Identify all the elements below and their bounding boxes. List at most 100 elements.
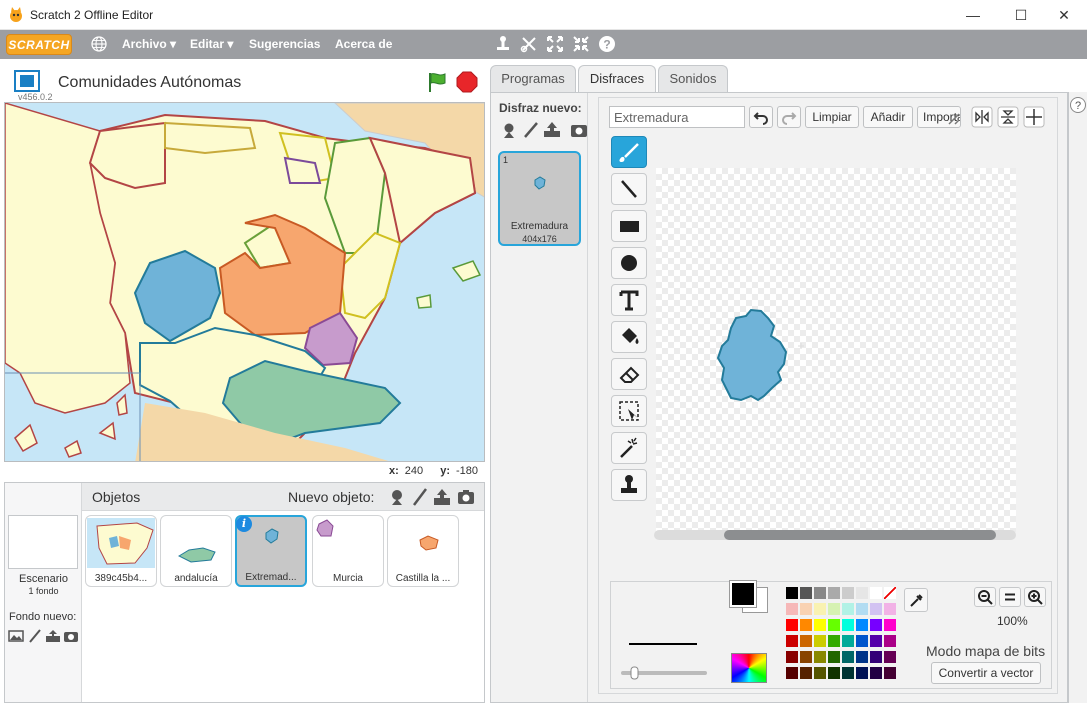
- color-swatch[interactable]: [842, 667, 854, 679]
- shrink-icon[interactable]: [572, 35, 590, 53]
- line-tool[interactable]: [611, 173, 647, 205]
- cut-scissors-icon[interactable]: [520, 35, 538, 53]
- color-swatch[interactable]: [828, 635, 840, 647]
- color-swatch[interactable]: [786, 667, 798, 679]
- menu-acerca-de[interactable]: Acerca de: [335, 37, 392, 51]
- sprite-library-icon[interactable]: [387, 487, 407, 507]
- color-swatch[interactable]: [828, 587, 840, 599]
- color-swatch[interactable]: [884, 635, 896, 647]
- color-swatch[interactable]: [814, 587, 826, 599]
- tab-disfraces[interactable]: Disfraces: [578, 65, 656, 94]
- zoom-out-button[interactable]: [974, 587, 996, 607]
- color-swatch[interactable]: [884, 651, 896, 663]
- color-swatch[interactable]: [842, 619, 854, 631]
- color-swatch[interactable]: [828, 603, 840, 615]
- minimize-button[interactable]: —: [950, 0, 996, 30]
- sprite-murcia[interactable]: Murcia: [312, 515, 384, 587]
- upload-sprite-icon[interactable]: [432, 487, 452, 507]
- help-icon[interactable]: ?: [1069, 96, 1087, 114]
- color-swatch[interactable]: [786, 635, 798, 647]
- presentation-mode-icon[interactable]: [14, 70, 40, 92]
- color-swatch[interactable]: [870, 619, 882, 631]
- color-swatch[interactable]: [814, 651, 826, 663]
- eraser-tool[interactable]: [611, 358, 647, 390]
- line-width-slider[interactable]: [621, 666, 707, 680]
- color-swatch[interactable]: [842, 587, 854, 599]
- color-swatch[interactable]: [884, 587, 896, 599]
- color-swatch[interactable]: [814, 667, 826, 679]
- eyedropper-button[interactable]: [904, 588, 928, 612]
- backdrop-library-icon[interactable]: [8, 628, 24, 644]
- convert-to-vector-button[interactable]: Convertir a vector: [931, 662, 1041, 684]
- color-swatch[interactable]: [870, 651, 882, 663]
- paint-costume-icon[interactable]: [522, 121, 540, 139]
- stop-sign-icon[interactable]: [456, 71, 478, 93]
- duplicate-stamp-icon[interactable]: [494, 35, 512, 53]
- info-icon[interactable]: i: [236, 516, 252, 532]
- menu-sugerencias[interactable]: Sugerencias: [249, 37, 320, 51]
- color-swatch[interactable]: [856, 587, 868, 599]
- color-swatch[interactable]: [884, 667, 896, 679]
- select-tool[interactable]: [611, 395, 647, 427]
- green-flag-icon[interactable]: [426, 71, 448, 93]
- costume-name-input[interactable]: [609, 106, 745, 128]
- color-swatch[interactable]: [856, 667, 868, 679]
- costume-library-icon[interactable]: [500, 121, 518, 139]
- set-center-icon[interactable]: [1023, 106, 1045, 128]
- color-swatch[interactable]: [814, 603, 826, 615]
- add-button[interactable]: Añadir: [863, 106, 913, 128]
- camera-backdrop-icon[interactable]: [63, 628, 79, 644]
- color-swatch[interactable]: [800, 651, 812, 663]
- color-swatch[interactable]: [814, 635, 826, 647]
- upload-costume-icon[interactable]: [543, 121, 561, 139]
- scratch-logo[interactable]: SCRATCH: [6, 34, 72, 55]
- language-globe-icon[interactable]: [90, 35, 108, 53]
- project-title[interactable]: Comunidades Autónomas: [58, 74, 241, 92]
- color-swatch[interactable]: [828, 667, 840, 679]
- remove-background-tool[interactable]: [611, 432, 647, 464]
- sprite-castilla-la-mancha[interactable]: Castilla la ...: [387, 515, 459, 587]
- zoom-in-button[interactable]: [1024, 587, 1046, 607]
- color-swatch[interactable]: [800, 603, 812, 615]
- primary-color-swatch[interactable]: [729, 580, 757, 608]
- color-swatch[interactable]: [786, 587, 798, 599]
- maximize-button[interactable]: ☐: [998, 0, 1044, 30]
- text-tool[interactable]: [611, 284, 647, 316]
- menu-archivo[interactable]: Archivo ▾: [122, 37, 176, 51]
- redo-button[interactable]: [777, 106, 801, 128]
- fill-tool[interactable]: [611, 321, 647, 353]
- clear-button[interactable]: Limpiar: [805, 106, 859, 128]
- stamp-tool[interactable]: [611, 469, 647, 501]
- color-swatch[interactable]: [842, 603, 854, 615]
- paint-backdrop-icon[interactable]: [27, 628, 43, 644]
- upload-backdrop-icon[interactable]: [45, 628, 61, 644]
- color-swatch[interactable]: [870, 587, 882, 599]
- color-swatch[interactable]: [814, 619, 826, 631]
- menu-editar[interactable]: Editar ▾: [190, 37, 233, 51]
- color-swatch[interactable]: [856, 603, 868, 615]
- color-swatch[interactable]: [786, 603, 798, 615]
- color-swatch[interactable]: [800, 667, 812, 679]
- color-swatch[interactable]: [828, 651, 840, 663]
- undo-button[interactable]: [749, 106, 773, 128]
- sprite-map[interactable]: 389c45b4...: [85, 515, 157, 587]
- close-button[interactable]: ✕: [1041, 0, 1087, 30]
- zoom-reset-button[interactable]: [999, 587, 1021, 607]
- color-swatch[interactable]: [842, 635, 854, 647]
- grow-icon[interactable]: [546, 35, 564, 53]
- sprite-andalucia[interactable]: andalucía: [160, 515, 232, 587]
- flip-horizontal-icon[interactable]: [971, 106, 993, 128]
- canvas-scrollbar[interactable]: [654, 530, 1016, 540]
- color-swatch[interactable]: [870, 603, 882, 615]
- paint-sprite-icon[interactable]: [410, 487, 430, 507]
- stage-canvas[interactable]: [4, 102, 485, 462]
- color-swatch[interactable]: [800, 619, 812, 631]
- color-swatch[interactable]: [856, 651, 868, 663]
- drawing-canvas[interactable]: [656, 168, 1016, 532]
- color-swatch[interactable]: [884, 619, 896, 631]
- color-swatch[interactable]: [856, 635, 868, 647]
- color-swatch[interactable]: [800, 635, 812, 647]
- costume-item[interactable]: 1 Extremadura 404x176: [498, 151, 581, 246]
- color-swatch[interactable]: [870, 667, 882, 679]
- color-swatch[interactable]: [786, 619, 798, 631]
